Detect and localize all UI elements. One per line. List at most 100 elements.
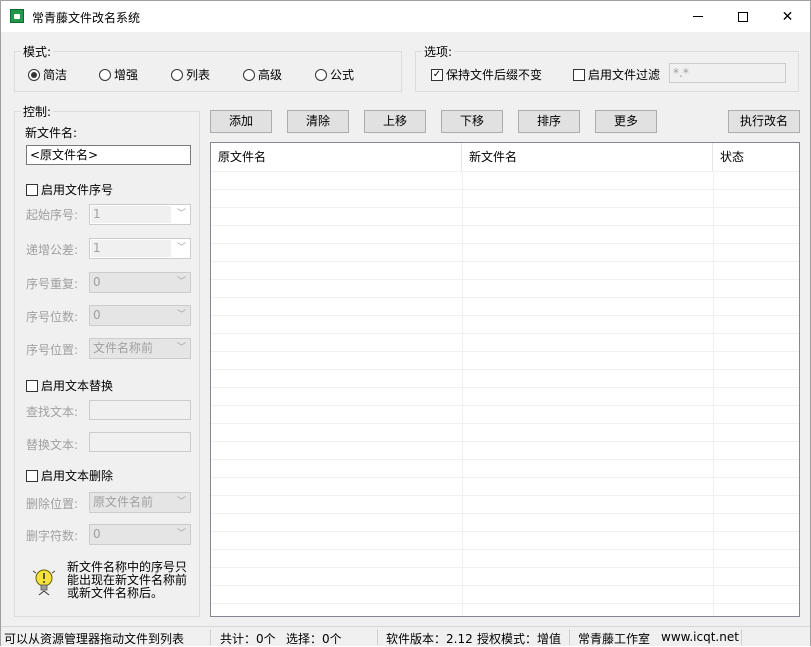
window-title: 常青藤文件改名系统 xyxy=(32,11,141,25)
digits-combo[interactable]: 0 ﹀ xyxy=(89,305,191,326)
column-header-original-name[interactable]: 原文件名 xyxy=(211,143,462,171)
mode-group: 模式: 简洁 增强 列表 高级 公式 xyxy=(14,43,402,92)
new-name-label: 新文件名: xyxy=(25,126,78,140)
list-gridline xyxy=(211,459,799,460)
status-hint: 可以从资源管理器拖动文件到列表 xyxy=(4,632,185,646)
chevron-down-icon: ﹀ xyxy=(176,310,186,320)
list-gridline xyxy=(211,351,799,352)
delete-count-combo[interactable]: 0 ﹀ xyxy=(89,524,191,545)
mode-radio-formula[interactable]: 公式 xyxy=(315,66,354,83)
replace-text-label: 替换文本: xyxy=(26,438,79,452)
checkbox-icon xyxy=(573,68,585,81)
add-button[interactable]: 添加 xyxy=(210,110,272,133)
main-window: 常青藤文件改名系统 ✕ 模式: 简洁 增强 列表 高级 公式 选项: ✓ 保持文件… xyxy=(0,0,811,646)
start-number-label: 起始序号: xyxy=(26,208,79,222)
close-button[interactable]: ✕ xyxy=(765,1,810,32)
list-column-divider xyxy=(713,171,714,616)
new-name-input[interactable]: <原文件名> xyxy=(26,145,191,165)
status-website[interactable]: www.icqt.net xyxy=(661,630,739,644)
list-gridline xyxy=(211,189,799,190)
control-group: 控制: 新文件名: <原文件名> 启用文件序号 起始序号: 1 ﹀ 递增公差: 1… xyxy=(14,103,200,617)
sort-button[interactable]: 排序 xyxy=(518,110,580,133)
status-selected: 选择：0个 xyxy=(286,632,342,646)
maximize-icon xyxy=(737,11,748,22)
step-label: 递增公差: xyxy=(26,243,79,257)
mode-radio-list[interactable]: 列表 xyxy=(171,66,210,83)
checkbox-icon xyxy=(26,469,38,482)
options-group-title: 选项: xyxy=(422,43,455,60)
find-text-label: 查找文本: xyxy=(26,405,79,419)
status-bar: 可以从资源管理器拖动文件到列表 共计：0个 选择：0个 软件版本：2.12 授权… xyxy=(1,626,810,646)
file-list[interactable]: 原文件名 新文件名 状态 xyxy=(210,142,800,617)
options-group: 选项: ✓ 保持文件后缀不变 启用文件过滤 *.* xyxy=(415,43,799,92)
move-down-button[interactable]: 下移 xyxy=(441,110,503,133)
enable-delete-checkbox[interactable]: 启用文本删除 xyxy=(26,467,113,484)
status-separator xyxy=(210,629,211,645)
list-gridline xyxy=(211,225,799,226)
radio-icon xyxy=(99,68,111,81)
seq-position-label: 序号位置: xyxy=(26,343,79,357)
file-filter-checkbox[interactable]: 启用文件过滤 xyxy=(573,66,660,83)
checkbox-icon xyxy=(26,183,38,196)
radio-icon xyxy=(315,68,327,81)
status-studio: 常青藤工作室 xyxy=(578,632,651,646)
status-separator xyxy=(569,629,570,645)
execute-rename-button[interactable]: 执行改名 xyxy=(728,110,800,133)
mode-group-title: 模式: xyxy=(21,43,54,60)
enable-replace-checkbox[interactable]: 启用文本替换 xyxy=(26,377,113,394)
minimize-button[interactable] xyxy=(675,1,720,32)
mode-radio-enhanced[interactable]: 增强 xyxy=(99,66,138,83)
list-gridline xyxy=(211,477,799,478)
lightbulb-icon xyxy=(32,569,56,596)
list-gridline xyxy=(211,495,799,496)
checkbox-icon xyxy=(26,379,38,392)
app-icon xyxy=(10,9,24,23)
list-column-divider xyxy=(462,171,463,616)
enable-sequence-checkbox[interactable]: 启用文件序号 xyxy=(26,181,113,198)
list-gridline xyxy=(211,531,799,532)
keep-extension-checkbox[interactable]: ✓ 保持文件后缀不变 xyxy=(431,66,542,83)
chevron-down-icon: ﹀ xyxy=(176,343,186,353)
close-icon: ✕ xyxy=(781,8,794,25)
chevron-down-icon: ﹀ xyxy=(176,529,186,539)
title-bar: 常青藤文件改名系统 ✕ xyxy=(1,1,810,32)
list-gridline xyxy=(211,387,799,388)
clear-button[interactable]: 清除 xyxy=(287,110,349,133)
seq-position-combo[interactable]: 文件名称前 ﹀ xyxy=(89,338,191,359)
status-license: 授权模式：增值 xyxy=(477,632,562,646)
chevron-down-icon: ﹀ xyxy=(176,209,186,219)
status-total: 共计：0个 xyxy=(220,632,276,646)
delete-position-combo[interactable]: 原文件名前 ﹀ xyxy=(89,492,191,513)
start-number-combo[interactable]: 1 ﹀ xyxy=(89,204,191,225)
column-header-new-name[interactable]: 新文件名 xyxy=(462,143,713,171)
mode-radio-advanced[interactable]: 高级 xyxy=(243,66,282,83)
control-group-title: 控制: xyxy=(21,103,54,120)
list-gridline xyxy=(211,369,799,370)
list-gridline xyxy=(211,549,799,550)
list-gridline xyxy=(211,567,799,568)
digits-label: 序号位数: xyxy=(26,310,79,324)
repeat-combo[interactable]: 0 ﹀ xyxy=(89,272,191,293)
minimize-icon xyxy=(692,16,703,17)
radio-icon xyxy=(243,68,255,81)
move-up-button[interactable]: 上移 xyxy=(364,110,426,133)
mode-radio-simple[interactable]: 简洁 xyxy=(28,66,67,83)
find-text-input[interactable] xyxy=(89,400,191,420)
status-version: 软件版本：2.12 xyxy=(386,632,473,646)
more-button[interactable]: 更多 xyxy=(595,110,657,133)
column-header-status[interactable]: 状态 xyxy=(713,143,799,171)
chevron-down-icon: ﹀ xyxy=(176,243,186,253)
maximize-button[interactable] xyxy=(720,1,765,32)
replace-text-input[interactable] xyxy=(89,432,191,452)
sequence-tip: 新文件名称中的序号只能出现在新文件名称前或新文件名称后。 xyxy=(67,560,188,600)
chevron-down-icon: ﹀ xyxy=(176,277,186,287)
file-filter-input[interactable]: *.* xyxy=(669,63,786,83)
step-combo[interactable]: 1 ﹀ xyxy=(89,238,191,259)
repeat-label: 序号重复: xyxy=(26,277,79,291)
list-gridline xyxy=(211,585,799,586)
list-gridline xyxy=(211,171,799,172)
list-gridline xyxy=(211,513,799,514)
list-gridline xyxy=(211,243,799,244)
status-separator xyxy=(377,629,378,645)
status-separator xyxy=(741,629,742,645)
